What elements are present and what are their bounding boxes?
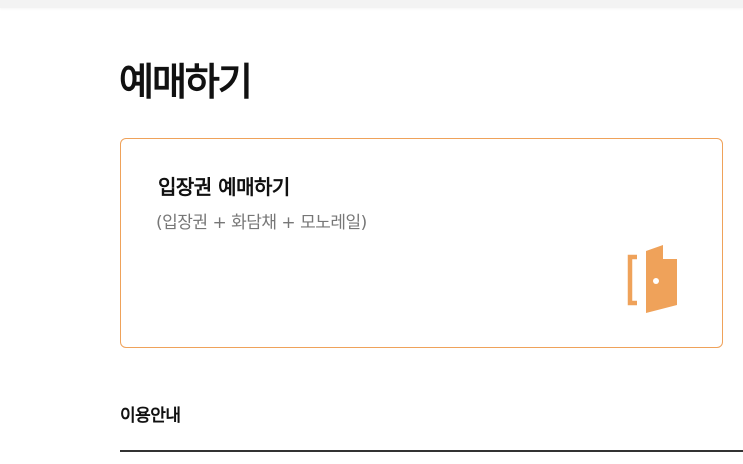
page-title: 예매하기 bbox=[119, 60, 253, 104]
booking-page: 예매하기 입장권 예매하기 (입장권 + 화담채 + 모노레일) 이용안내 bbox=[0, 0, 743, 464]
door-frame-left bbox=[627, 254, 637, 306]
top-header-bar bbox=[0, 0, 743, 8]
ticket-booking-card[interactable]: 입장권 예매하기 (입장권 + 화담채 + 모노레일) bbox=[120, 138, 723, 348]
door-icon bbox=[627, 245, 677, 313]
ticket-card-subtitle: (입장권 + 화담채 + 모노레일) bbox=[156, 213, 367, 233]
door-knob bbox=[653, 278, 659, 284]
usage-info-divider bbox=[120, 450, 743, 452]
usage-info-title: 이용안내 bbox=[120, 406, 181, 426]
door-panel bbox=[646, 250, 677, 313]
ticket-card-title: 입장권 예매하기 bbox=[158, 175, 290, 199]
